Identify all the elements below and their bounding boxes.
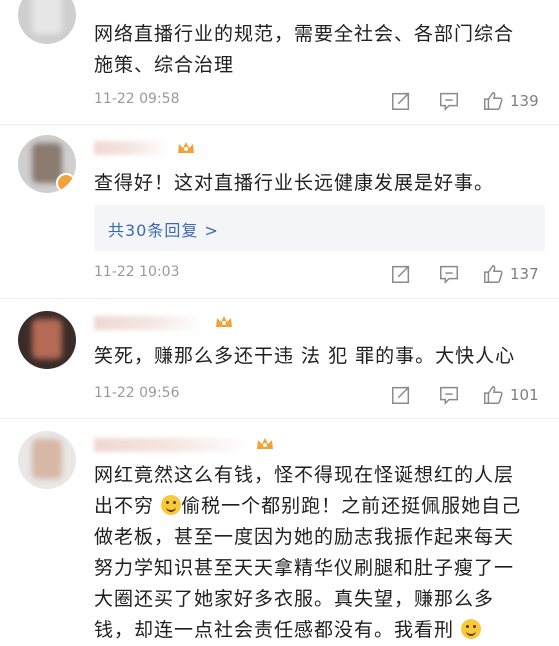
view-replies-button[interactable]: 共30条回复 > (94, 205, 545, 251)
thumbs-up-icon (484, 386, 503, 404)
avatar[interactable] (18, 311, 76, 369)
timestamp: 11-22 09:56 (94, 385, 180, 401)
like-button[interactable]: 137 (482, 262, 539, 286)
username-redacted[interactable] (94, 438, 249, 452)
avatar[interactable] (18, 431, 76, 489)
share-icon (392, 265, 410, 283)
share-icon (392, 386, 410, 404)
verified-badge (56, 173, 76, 193)
username-redacted[interactable] (94, 316, 204, 330)
share-button[interactable] (390, 89, 412, 113)
like-count: 137 (510, 265, 539, 283)
comment-2: 查得好！这对直播行业长远健康发展是好事。 共30条回复 > 11-22 10:0… (0, 125, 559, 299)
comment-text: 网络直播行业的规范，需要全社会、各部门综合 施策、综合治理 (94, 23, 515, 76)
smile-emoji-icon (161, 495, 182, 515)
avatar-image (32, 439, 62, 479)
thumbs-up-icon (484, 92, 503, 110)
avatar[interactable] (18, 0, 76, 44)
like-button[interactable]: 139 (482, 89, 539, 113)
crown-badge-icon (216, 316, 232, 327)
comment-meta: 11-22 09:56 101 (94, 383, 545, 407)
comment-button[interactable] (438, 262, 460, 286)
comment-text: 查得好！这对直播行业长远健康发展是好事。 (94, 172, 495, 194)
like-count: 139 (510, 92, 539, 110)
share-icon (392, 92, 410, 110)
comment-meta: 11-22 09:58 139 (94, 89, 545, 113)
replies-link[interactable]: 共30条回复 > (108, 217, 219, 241)
comment-icon (440, 386, 458, 406)
avatar-image (32, 319, 62, 359)
crown-badge-icon (257, 438, 273, 449)
comment-text: 笑死，赚那么多还干违 法 犯 罪的事。大快人心 (94, 345, 516, 367)
like-count: 101 (510, 386, 539, 404)
comment-1: 网络直播行业的规范，需要全社会、各部门综合 施策、综合治理 11-22 09:5… (0, 0, 559, 125)
share-button[interactable] (390, 262, 412, 286)
avatar[interactable] (18, 135, 76, 193)
comment-button[interactable] (438, 89, 460, 113)
comment-4: 网红竟然这么有钱，怪不得现在怪诞想红的人层 出不穷 偷税一个都别跑！之前还挺佩服… (0, 419, 559, 641)
comment-icon (440, 265, 458, 285)
timestamp: 11-22 10:03 (94, 264, 180, 280)
timestamp: 11-22 09:58 (94, 91, 180, 107)
thumbs-up-icon (484, 265, 503, 283)
like-button[interactable]: 101 (482, 383, 539, 407)
comment-icon (440, 92, 458, 112)
username-redacted[interactable] (94, 141, 169, 155)
share-button[interactable] (390, 383, 412, 407)
comment-text: 网红竟然这么有钱，怪不得现在怪诞想红的人层 出不穷 偷税一个都别跑！之前还挺佩服… (94, 464, 522, 641)
comment-button[interactable] (438, 383, 460, 407)
smile-emoji-icon (461, 619, 482, 639)
avatar-image (32, 0, 62, 34)
crown-badge-icon (178, 142, 194, 153)
comment-3: 笑死，赚那么多还干违 法 犯 罪的事。大快人心 11-22 09:56 101 (0, 299, 559, 419)
comment-meta: 11-22 10:03 137 (94, 262, 545, 286)
